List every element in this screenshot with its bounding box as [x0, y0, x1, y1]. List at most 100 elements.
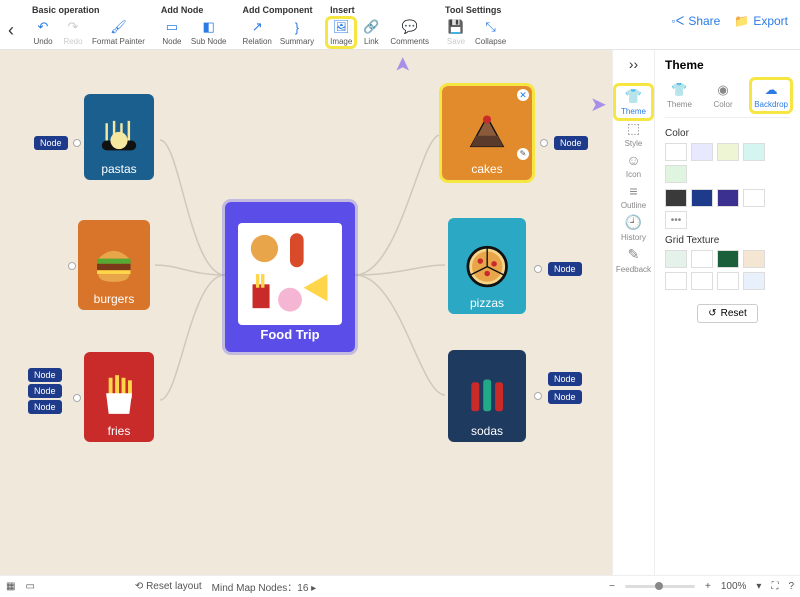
theme-tab-color[interactable]: ◉Color	[711, 80, 734, 111]
tool-image[interactable]: 🖼Image	[328, 19, 354, 46]
tool-label: Collapse	[475, 37, 506, 46]
tool-relation[interactable]: ↗Relation	[241, 19, 274, 46]
view-mode-icon[interactable]: ▭	[25, 581, 34, 592]
node-tag[interactable]: Node	[554, 136, 588, 150]
theme-icon: 👕	[625, 88, 642, 105]
rail-outline[interactable]: ≡Outline	[616, 181, 651, 212]
color-swatch[interactable]	[717, 189, 739, 207]
tool-undo[interactable]: ↶Undo	[30, 19, 56, 46]
help-icon[interactable]: ?	[788, 581, 794, 592]
rail-label: Icon	[626, 170, 641, 179]
color-swatch[interactable]	[717, 143, 739, 161]
fullscreen-icon[interactable]: ⛶	[771, 581, 778, 592]
undo-icon: ↺	[708, 308, 716, 319]
reset-layout-button[interactable]: ⟲ Reset layout	[135, 581, 202, 592]
theme-tab-backdrop[interactable]: ☁ Backdrop	[752, 80, 790, 111]
toolbar: ‹ Basic operation ↶Undo↷Redo🖌Format Paint…	[0, 0, 800, 50]
color-swatch[interactable]	[743, 272, 765, 290]
node-pastas[interactable]: pastas	[84, 94, 154, 180]
tool-link[interactable]: 🔗Link	[358, 19, 384, 46]
zoom-dropdown-icon[interactable]: ▾	[756, 581, 761, 592]
node-label: pizzas	[470, 296, 504, 310]
canvas[interactable]: Node Node Node Node Node Node Node Node …	[0, 50, 612, 575]
node-cakes[interactable]: ✕ ✎ cakes	[442, 86, 532, 180]
color-swatch[interactable]	[717, 250, 739, 268]
tool-label: Sub Node	[191, 37, 227, 46]
node-tag[interactable]: Node	[28, 368, 62, 382]
group-title: Basic operation	[30, 5, 147, 15]
rail-style[interactable]: ⬚Style	[616, 118, 651, 150]
tool-label: Format Painter	[92, 37, 145, 46]
export-button[interactable]: 📁 Export	[734, 14, 788, 28]
zoom-slider[interactable]	[625, 585, 695, 588]
color-swatch[interactable]	[665, 250, 687, 268]
tool-format-painter[interactable]: 🖌Format Painter	[90, 19, 147, 46]
group-title: Add Node	[159, 5, 229, 15]
tab-label: Color	[713, 100, 732, 109]
tool-collapse[interactable]: ⤡Collapse	[473, 19, 508, 46]
relation-icon: ↗	[249, 19, 265, 35]
node-anchor[interactable]	[73, 139, 81, 147]
collapse-panel-button[interactable]: ››	[629, 56, 638, 72]
rail-theme[interactable]: 👕Theme	[616, 86, 651, 118]
tool-redo[interactable]: ↷Redo	[60, 19, 86, 46]
close-node-icon[interactable]: ✕	[517, 89, 529, 101]
node-icon: ▭	[164, 19, 180, 35]
rail-history[interactable]: 🕘History	[616, 212, 651, 244]
color-swatch[interactable]	[691, 143, 713, 161]
back-button[interactable]: ‹	[8, 20, 14, 41]
zoom-out-button[interactable]: −	[609, 581, 615, 592]
tool-label: Redo	[63, 37, 82, 46]
node-fries[interactable]: fries	[84, 352, 154, 442]
color-swatch[interactable]	[717, 272, 739, 290]
tab-label: Backdrop	[754, 100, 788, 109]
grid-toggle-icon[interactable]: ▦	[6, 581, 15, 592]
node-anchor[interactable]	[534, 392, 542, 400]
node-pizzas[interactable]: pizzas	[448, 218, 526, 314]
node-anchor[interactable]	[68, 262, 76, 270]
theme-tab-theme[interactable]: 👕Theme	[665, 80, 694, 111]
zoom-in-button[interactable]: +	[705, 581, 711, 592]
color-swatch[interactable]	[691, 189, 713, 207]
node-tag[interactable]: Node	[34, 136, 68, 150]
color-swatch[interactable]	[691, 272, 713, 290]
share-button[interactable]: ◦ᐸ Share	[671, 14, 720, 28]
node-tag[interactable]: Node	[548, 390, 582, 404]
color-swatch[interactable]	[665, 189, 687, 207]
node-burgers[interactable]: burgers	[78, 220, 150, 310]
node-sodas[interactable]: sodas	[448, 350, 526, 442]
color-swatch[interactable]	[665, 143, 687, 161]
node-tag[interactable]: Node	[548, 372, 582, 386]
tool-summary[interactable]: }Summary	[278, 19, 316, 46]
color-swatch[interactable]	[743, 250, 765, 268]
color-swatch[interactable]	[743, 143, 765, 161]
tool-comments[interactable]: 💬Comments	[388, 19, 431, 46]
backdrop-icon: ☁	[765, 82, 778, 98]
node-tag[interactable]: Node	[548, 262, 582, 276]
color-swatch[interactable]	[665, 165, 687, 183]
color-swatch[interactable]	[665, 272, 687, 290]
node-label: burgers	[94, 292, 135, 306]
node-anchor[interactable]	[73, 394, 81, 402]
rail-icon[interactable]: ☺Icon	[616, 150, 651, 181]
tool-label: Node	[162, 37, 181, 46]
rail-feedback[interactable]: ✎Feedback	[616, 244, 651, 276]
color-swatch[interactable]	[743, 189, 765, 207]
export-icon: 📁	[734, 14, 749, 28]
edit-node-icon[interactable]: ✎	[517, 148, 529, 160]
node-tag[interactable]: Node	[28, 384, 62, 398]
more-colors[interactable]: •••	[665, 211, 687, 229]
tool-sub-node[interactable]: ◧Sub Node	[189, 19, 229, 46]
share-label: Share	[688, 14, 720, 28]
theme-panel: Theme 👕Theme◉Color☁Backdrop Color ••• Gr…	[655, 50, 800, 575]
reset-button[interactable]: ↺Reset	[697, 304, 758, 323]
node-anchor[interactable]	[534, 265, 542, 273]
export-label: Export	[753, 14, 788, 28]
tool-save[interactable]: 💾Save	[443, 19, 469, 46]
node-center[interactable]: Food Trip	[225, 202, 355, 352]
node-tag[interactable]: Node	[28, 400, 62, 414]
tool-node[interactable]: ▭ Node	[159, 19, 185, 46]
color-swatch[interactable]	[691, 250, 713, 268]
tool-label: Comments	[390, 37, 429, 46]
node-anchor[interactable]	[540, 139, 548, 147]
